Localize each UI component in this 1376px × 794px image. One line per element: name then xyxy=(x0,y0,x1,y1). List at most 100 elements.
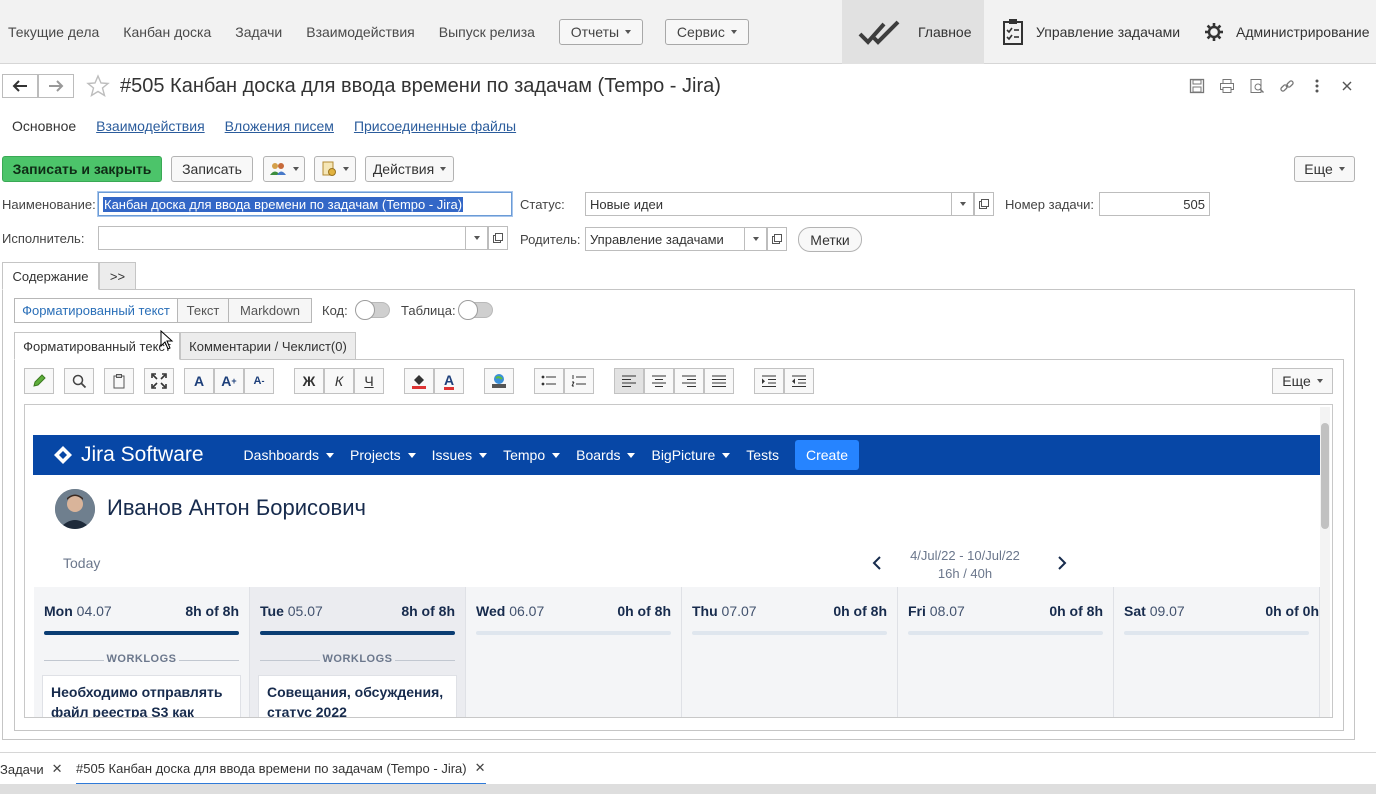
chevron-down-icon xyxy=(627,452,636,458)
status-label: Статус: xyxy=(520,197,565,212)
align-left-button[interactable] xyxy=(614,368,644,394)
menu-service-dropdown[interactable]: Сервис xyxy=(664,19,749,45)
font-shrink-button[interactable]: A- xyxy=(244,368,274,394)
subtab-interactions[interactable]: Взаимодействия xyxy=(96,118,205,134)
users-dropdown-button[interactable] xyxy=(263,156,305,182)
code-toggle[interactable] xyxy=(355,300,390,320)
arrow-right-icon xyxy=(49,80,64,92)
search-icon xyxy=(72,374,87,389)
text-color-button[interactable]: A xyxy=(434,368,464,394)
favorite-star-icon[interactable] xyxy=(86,74,110,98)
section-task-management[interactable]: Управление задачами xyxy=(1002,0,1180,64)
parent-select[interactable]: Управление задачами xyxy=(585,227,745,251)
jira-nav-label: Tempo xyxy=(503,447,546,463)
status-dropdown-button[interactable] xyxy=(952,192,974,216)
tab-formatted-text[interactable]: Форматированный текст xyxy=(14,332,180,360)
italic-button[interactable]: К xyxy=(324,368,354,394)
save-and-close-button[interactable]: Записать и закрыть xyxy=(2,156,162,182)
chevron-down-icon xyxy=(722,452,731,458)
align-center-button[interactable] xyxy=(644,368,674,394)
subtab-email-attachments[interactable]: Вложения писем xyxy=(225,118,334,134)
assignee-input[interactable] xyxy=(98,226,466,250)
bullet-list-button[interactable] xyxy=(534,368,564,394)
jira-nav-label: Issues xyxy=(431,447,473,463)
numbered-list-button[interactable] xyxy=(564,368,594,394)
font-grow-label: A xyxy=(221,373,232,389)
menu-tasks[interactable]: Задачи xyxy=(235,24,282,40)
subtab-main[interactable]: Основное xyxy=(12,118,76,134)
top-menu-bar: Текущие дела Канбан доска Задачи Взаимод… xyxy=(0,0,1376,64)
parent-open-button[interactable] xyxy=(767,227,787,251)
task-number-input[interactable]: 505 xyxy=(1099,192,1210,216)
parent-label: Родитель: xyxy=(520,232,581,247)
avatar xyxy=(55,489,95,529)
assignee-dropdown-button[interactable] xyxy=(466,226,488,250)
menu-current-affairs[interactable]: Текущие дела xyxy=(8,24,99,40)
tab-more[interactable]: >> xyxy=(99,262,136,290)
mode-formatted-text[interactable]: Форматированный текст xyxy=(14,298,178,323)
close-icon[interactable]: ✕ xyxy=(475,760,486,776)
documents-dropdown-button[interactable] xyxy=(314,156,356,182)
mouse-cursor-icon xyxy=(160,330,174,350)
font-grow-button[interactable]: A + xyxy=(214,368,244,394)
image-icon xyxy=(492,374,506,388)
mode-plain-text[interactable]: Текст xyxy=(177,298,229,323)
close-icon[interactable] xyxy=(1337,76,1357,96)
status-select[interactable]: Новые идеи xyxy=(585,192,952,216)
double-check-icon xyxy=(858,20,900,45)
actions-dropdown-button[interactable]: Действия xyxy=(365,156,454,182)
section-administration[interactable]: Администрирование xyxy=(1204,0,1370,64)
status-open-button[interactable] xyxy=(974,192,994,216)
paste-button[interactable] xyxy=(104,368,134,394)
window-tab-tasks[interactable]: Задачи ✕ xyxy=(0,753,63,785)
indent-button[interactable] xyxy=(754,368,784,394)
back-button[interactable] xyxy=(2,74,38,98)
outdent-icon xyxy=(792,375,806,387)
save-button[interactable]: Записать xyxy=(171,156,253,182)
menu-kanban-board[interactable]: Канбан доска xyxy=(123,24,211,40)
parent-dropdown-button[interactable] xyxy=(745,227,767,251)
tab-content[interactable]: Содержание xyxy=(2,262,99,290)
highlight-color-button[interactable] xyxy=(404,368,434,394)
worklog-card: Необходимо отправлять файл реестра S3 ка… xyxy=(42,675,241,717)
more-dropdown-button[interactable]: Еще xyxy=(1294,156,1355,182)
find-button[interactable] xyxy=(64,368,94,394)
mode-markdown[interactable]: Markdown xyxy=(228,298,312,323)
bold-button[interactable]: Ж xyxy=(294,368,324,394)
editor-content-area[interactable]: Jira Software Dashboards Projects Issues… xyxy=(24,404,1333,718)
scrollbar-thumb[interactable] xyxy=(1321,423,1329,529)
align-right-button[interactable] xyxy=(674,368,704,394)
menu-reports-dropdown[interactable]: Отчеты xyxy=(558,19,643,45)
subtab-attached-files[interactable]: Присоединенные файлы xyxy=(354,118,516,134)
close-icon[interactable]: ✕ xyxy=(52,761,63,777)
window-tab-current[interactable]: #505 Канбан доска для ввода времени по з… xyxy=(76,753,486,785)
edit-pencil-button[interactable] xyxy=(24,368,54,394)
editor-scrollbar[interactable] xyxy=(1320,407,1330,717)
status-value: Новые идеи xyxy=(590,196,664,212)
outdent-button[interactable] xyxy=(784,368,814,394)
insert-image-button[interactable] xyxy=(484,368,514,394)
section-main[interactable]: Главное xyxy=(842,0,984,64)
tags-button[interactable]: Метки xyxy=(798,227,862,252)
fullscreen-button[interactable] xyxy=(144,368,174,394)
table-toggle[interactable] xyxy=(458,300,493,320)
gear-icon xyxy=(1205,23,1223,41)
assignee-open-button[interactable] xyxy=(488,226,508,250)
chevron-down-icon xyxy=(293,167,299,171)
name-input[interactable]: Канбан доска для ввода времени по задача… xyxy=(98,192,512,216)
menu-interactions[interactable]: Взаимодействия xyxy=(306,24,415,40)
forward-button[interactable] xyxy=(38,74,74,98)
print-icon[interactable] xyxy=(1217,76,1237,96)
font-button[interactable]: A xyxy=(184,368,214,394)
align-justify-button[interactable] xyxy=(704,368,734,394)
menu-release[interactable]: Выпуск релиза xyxy=(439,24,535,40)
save-icon[interactable] xyxy=(1187,76,1207,96)
link-icon[interactable] xyxy=(1277,76,1297,96)
open-windows-bar: Задачи ✕ #505 Канбан доска для ввода врем… xyxy=(0,752,1376,785)
underline-button[interactable]: Ч xyxy=(354,368,384,394)
more-vertical-icon[interactable] xyxy=(1307,76,1327,96)
tab-comments-checklist[interactable]: Комментарии / Чеклист(0) xyxy=(180,332,356,360)
font-shrink-label: A xyxy=(253,375,262,387)
preview-icon[interactable] xyxy=(1247,76,1267,96)
editor-more-button[interactable]: Еще xyxy=(1272,368,1333,394)
